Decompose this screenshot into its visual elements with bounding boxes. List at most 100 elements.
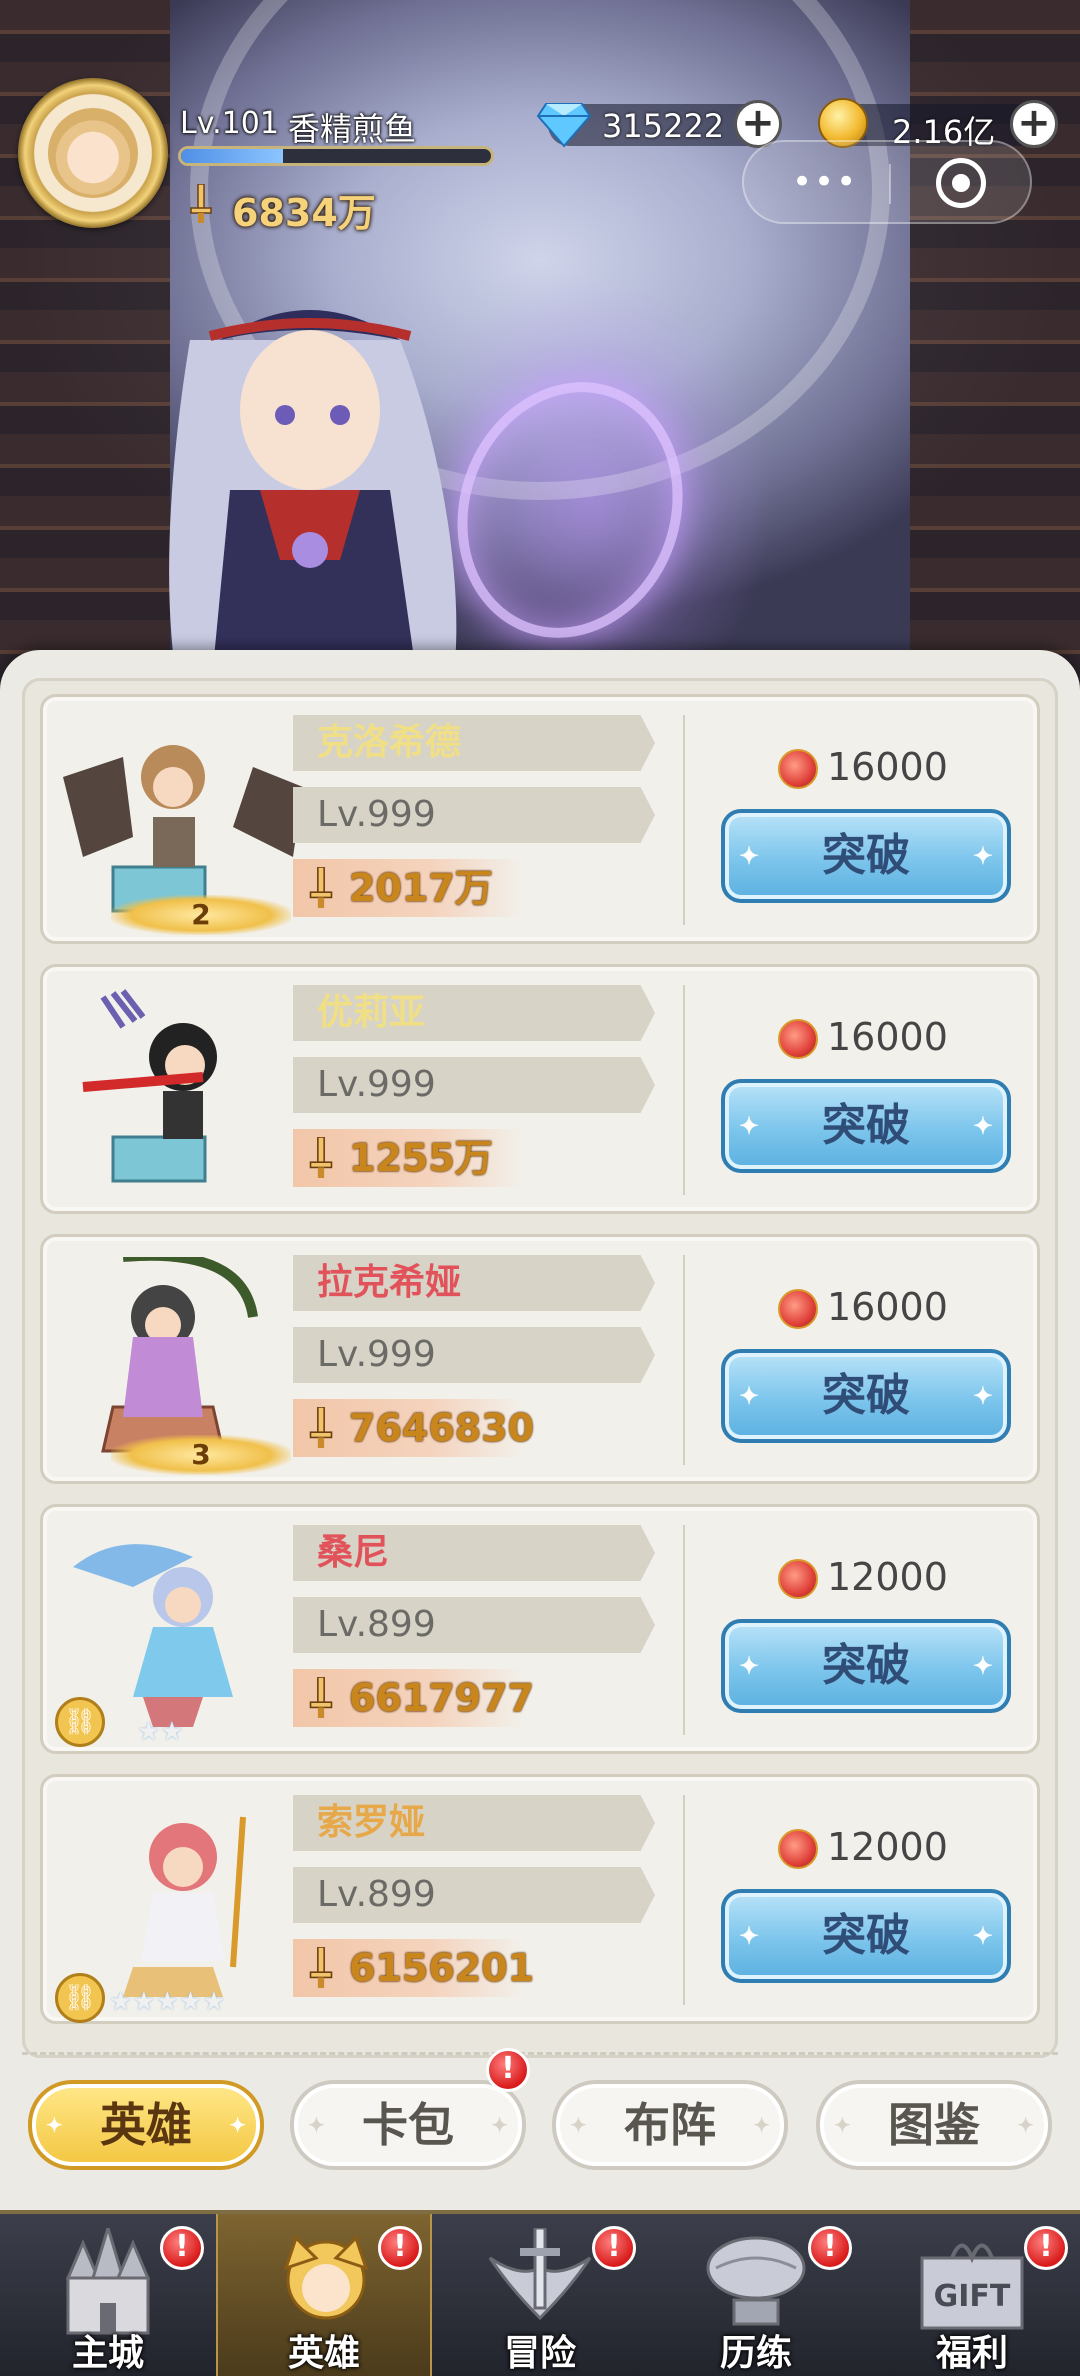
exp-bar-fill — [181, 149, 284, 163]
avatar-portrait — [48, 108, 138, 198]
sword-power-icon — [309, 1407, 333, 1448]
nav-heroes[interactable]: ! 英雄 — [216, 2214, 432, 2376]
nav-welfare[interactable]: GIFT ! 福利 — [864, 2214, 1080, 2376]
capsule-divider — [889, 164, 891, 204]
section-divider — [22, 2052, 1058, 2056]
notification-badge: ! — [1024, 2226, 1068, 2270]
card-divider — [683, 1525, 685, 1735]
hero-name: 克洛希德 — [293, 715, 655, 771]
breakthrough-material-icon — [778, 749, 818, 789]
card-divider — [683, 1255, 685, 1465]
miniprogram-capsule: ••• — [742, 140, 1032, 224]
notification-badge: ! — [808, 2226, 852, 2270]
hero-power: 7646830 — [293, 1399, 534, 1457]
tab-formation[interactable]: 布阵 — [552, 2080, 788, 2170]
player-avatar[interactable] — [18, 78, 168, 228]
player-level: Lv.101 — [180, 106, 279, 141]
nav-main-city[interactable]: ! 主城 — [0, 2214, 216, 2376]
bottom-nav: ! 主城 ! 英雄 ! 冒险 ! 历练 GIFT ! 福利 — [0, 2210, 1080, 2376]
hero-card[interactable]: ★★★★★ ⛓ 索罗娅 Lv.899 6156201 12000 突破 — [40, 1774, 1040, 2024]
breakthrough-button[interactable]: 突破 — [721, 1889, 1011, 1983]
link-chain-icon: ⛓ — [55, 1697, 105, 1747]
featured-hero-illustration — [169, 310, 457, 700]
tab-codex[interactable]: 图鉴 — [816, 2080, 1052, 2170]
sword-power-icon — [309, 1137, 333, 1178]
hero-level: Lv.899 — [293, 1867, 655, 1923]
hero-card[interactable]: 优莉亚 Lv.999 1255万 16000 突破 — [40, 964, 1040, 1214]
tab-heroes[interactable]: 英雄 — [28, 2080, 264, 2170]
gem-value: 315222 — [602, 107, 725, 145]
star-rank-badge: 3 — [111, 1435, 291, 1475]
hero-power: 6156201 — [293, 1939, 534, 1997]
notification-badge: ! — [378, 2226, 422, 2270]
link-chain-icon: ⛓ — [55, 1973, 105, 2023]
notification-badge: ! — [592, 2226, 636, 2270]
card-divider — [683, 715, 685, 925]
notification-badge: ! — [160, 2226, 204, 2270]
hero-power-value: 1255万 — [349, 1136, 493, 1180]
hero-power-value: 6617977 — [349, 1676, 535, 1720]
breakthrough-material-icon — [778, 1559, 818, 1599]
nav-label: 冒险 — [503, 2333, 576, 2374]
sword-power-icon — [309, 1677, 333, 1718]
close-miniprogram-button[interactable] — [936, 158, 986, 208]
hero-name: 拉克希娅 — [293, 1255, 655, 1311]
nav-label: 历练 — [719, 2333, 792, 2374]
hero-icon — [283, 2235, 369, 2320]
more-menu-button[interactable]: ••• — [792, 162, 858, 202]
hero-stars: ★★ — [137, 1717, 184, 1747]
nav-label: 英雄 — [287, 2333, 360, 2374]
hero-power: 2017万 — [293, 859, 523, 917]
hero-sprite — [82, 989, 217, 1183]
hero-name: 桑尼 — [293, 1525, 655, 1581]
nav-label: 福利 — [935, 2333, 1008, 2374]
hero-level: Lv.999 — [293, 787, 655, 843]
sword-power-icon — [190, 184, 212, 223]
airship-icon — [706, 2236, 806, 2326]
nav-training[interactable]: ! 历练 — [648, 2214, 864, 2376]
breakthrough-cost: 16000 — [827, 1285, 948, 1329]
hero-level: Lv.999 — [293, 1057, 655, 1113]
breakthrough-cost: 16000 — [827, 1015, 948, 1059]
tab-card-pack[interactable]: 卡包 — [290, 2080, 526, 2170]
nav-adventure[interactable]: ! 冒险 — [432, 2214, 648, 2376]
castle-icon — [65, 2228, 151, 2335]
player-combat-power: 6834万 — [232, 191, 376, 235]
hero-sprite — [123, 1816, 246, 1997]
diamond-icon — [536, 103, 592, 148]
hero-power-value: 6156201 — [349, 1946, 535, 1990]
sword-power-icon — [309, 1947, 333, 1988]
sword-power-icon — [309, 867, 333, 908]
card-divider — [683, 1795, 685, 2005]
breakthrough-cost: 16000 — [827, 745, 948, 789]
hero-stars: ★★★★★ — [109, 1987, 226, 2017]
breakthrough-material-icon — [778, 1019, 818, 1059]
hero-power: 1255万 — [293, 1129, 523, 1187]
star-rank-badge: 2 — [111, 895, 291, 935]
notification-badge: ! — [486, 2048, 530, 2092]
hero-card[interactable]: ★★ ⛓ 桑尼 Lv.899 6617977 12000 突破 — [40, 1504, 1040, 1754]
hero-power-value: 7646830 — [349, 1406, 535, 1450]
breakthrough-material-icon — [778, 1829, 818, 1869]
hero-name: 索罗娅 — [293, 1795, 655, 1851]
gift-icon: GIFT — [920, 2243, 1024, 2330]
sword-shield-icon — [488, 2228, 592, 2321]
breakthrough-button[interactable]: 突破 — [721, 1079, 1011, 1173]
breakthrough-button[interactable]: 突破 — [721, 1619, 1011, 1713]
hero-list-panel: 2 克洛希德 Lv.999 2017万 16000 突破 优莉亚 Lv.999 … — [0, 650, 1080, 2210]
hero-level: Lv.999 — [293, 1327, 655, 1383]
add-gold-button[interactable]: + — [1010, 100, 1058, 148]
svg-text:GIFT: GIFT — [934, 2279, 1011, 2314]
player-name: 香精煎鱼 — [288, 110, 417, 148]
breakthrough-material-icon — [778, 1289, 818, 1329]
hero-card[interactable]: 2 克洛希德 Lv.999 2017万 16000 突破 — [40, 694, 1040, 944]
breakthrough-button[interactable]: 突破 — [721, 809, 1011, 903]
breakthrough-button[interactable]: 突破 — [721, 1349, 1011, 1443]
breakthrough-cost: 12000 — [827, 1555, 948, 1599]
hero-level: Lv.899 — [293, 1597, 655, 1653]
hero-power-value: 2017万 — [349, 866, 493, 910]
breakthrough-cost: 12000 — [827, 1825, 948, 1869]
card-divider — [683, 985, 685, 1195]
hero-power: 6617977 — [293, 1669, 534, 1727]
hero-card[interactable]: 3 拉克希娅 Lv.999 7646830 16000 突破 — [40, 1234, 1040, 1484]
